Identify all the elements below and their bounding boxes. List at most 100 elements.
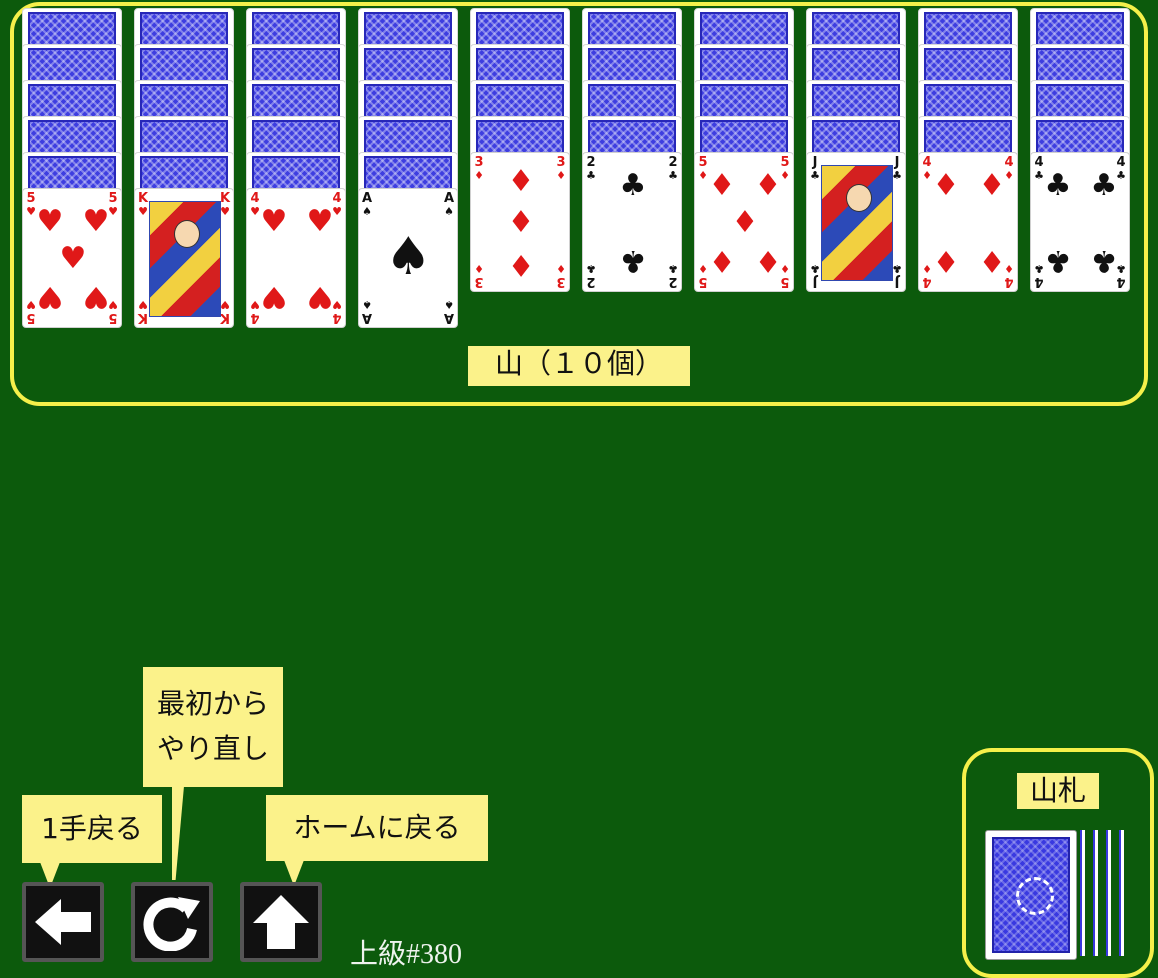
ace-pip: ♠: [385, 227, 432, 287]
card-rank: 4: [332, 191, 342, 206]
tableau-label: 山（１０個）: [468, 346, 690, 386]
card-pip: ♦: [978, 168, 1006, 203]
game-level-id: 上級#380: [350, 939, 463, 970]
card-suit: ♥: [138, 298, 148, 311]
card-rank: 5: [780, 274, 790, 289]
card-pip: ♣: [1090, 243, 1118, 278]
card-suit: ♦: [556, 262, 566, 275]
card-pip: ♥: [306, 204, 334, 239]
card-corner-index: 3 ♦: [555, 156, 567, 182]
card-corner-index: 3 ♦: [473, 262, 485, 289]
face-up-card[interactable]: 4 ♥ 4 ♥ 4 ♥ 4 ♥ ♥ ♥ ♥ ♥: [246, 188, 346, 328]
tableau: 5 ♥ 5 ♥ 5 ♥ 5 ♥ ♥ ♥ ♥ ♥ ♥ K ♥ K ♥ K ♥ K ♥ 4 ♥ 4 ♥ 4 ♥ 4 ♥ ♥ ♥ ♥ ♥ A ♠ A ♠ A ♠ A…: [0, 0, 1158, 340]
card-rank: J: [812, 274, 818, 289]
court-figure: [149, 201, 221, 317]
card-suit: ♦: [474, 169, 484, 182]
card-rank: 2: [586, 274, 596, 289]
card-corner-index: 3 ♦: [473, 156, 485, 182]
card-pip: ♣: [1090, 168, 1118, 203]
card-rank: 4: [1116, 155, 1126, 170]
restart-button[interactable]: [131, 882, 213, 962]
card-pip: ♥: [306, 279, 334, 314]
card-pip: ♦: [754, 243, 782, 278]
card-suit: ♣: [586, 169, 596, 182]
card-suit: ♣: [810, 262, 820, 275]
face-up-card[interactable]: 5 ♥ 5 ♥ 5 ♥ 5 ♥ ♥ ♥ ♥ ♥ ♥: [22, 188, 122, 328]
card-pip: ♦: [731, 205, 759, 240]
face-up-card[interactable]: 4 ♣ 4 ♣ 4 ♣ 4 ♣ ♣ ♣ ♣ ♣: [1030, 152, 1130, 292]
card-corner-index: A ♠: [361, 192, 373, 218]
card-rank: 3: [556, 274, 566, 289]
card-corner-index: A ♠: [443, 298, 455, 325]
stock-label: 山札: [1017, 773, 1099, 809]
card-rank: 4: [1004, 274, 1014, 289]
card-rank: 3: [556, 155, 566, 170]
restart-tooltip-line2: やり直し: [156, 732, 269, 765]
card-corner-index: 2 ♣: [585, 156, 597, 182]
stock-pile[interactable]: [985, 830, 1077, 960]
card-rank: 4: [332, 310, 342, 325]
card-suit: ♠: [362, 205, 372, 218]
face-up-card[interactable]: 5 ♦ 5 ♦ 5 ♦ 5 ♦ ♦ ♦ ♦ ♦ ♦: [694, 152, 794, 292]
card-pip: ♣: [1044, 168, 1072, 203]
card-rank: K: [219, 191, 231, 206]
card-rank: 4: [250, 310, 260, 325]
card-pip: ♣: [1044, 243, 1072, 278]
face-up-card[interactable]: A ♠ A ♠ A ♠ A ♠ ♠: [358, 188, 458, 328]
home-button[interactable]: [240, 882, 322, 962]
restart-tooltip-line1: 最初から: [156, 687, 269, 720]
card-corner-index: A ♠: [443, 192, 455, 218]
card-corner-index: K ♥: [137, 298, 149, 325]
card-corner-index: J ♣: [809, 262, 821, 289]
card-suit: ♣: [668, 169, 678, 182]
face-up-card[interactable]: J ♣ J ♣ J ♣ J ♣: [806, 152, 906, 292]
card-rank: 5: [26, 310, 36, 325]
card-rank: 5: [26, 191, 36, 206]
rosette-icon: [1016, 877, 1054, 915]
card-pip: ♦: [507, 164, 535, 199]
card-rank: 2: [668, 155, 678, 170]
face-up-card[interactable]: 2 ♣ 2 ♣ 2 ♣ 2 ♣ ♣ ♣: [582, 152, 682, 292]
face-up-card[interactable]: 4 ♦ 4 ♦ 4 ♦ 4 ♦ ♦ ♦ ♦ ♦: [918, 152, 1018, 292]
card-rank: K: [219, 310, 231, 325]
card-rank: J: [894, 155, 900, 170]
restart-tooltip: 最初から やり直し: [143, 667, 283, 787]
card-corner-index: 2 ♣: [667, 156, 679, 182]
card-rank: 5: [698, 155, 708, 170]
card-rank: 4: [922, 274, 932, 289]
undo-button[interactable]: [22, 882, 104, 962]
card-rank: 5: [698, 274, 708, 289]
card-rank: A: [361, 310, 373, 325]
card-pip: ♥: [82, 279, 110, 314]
card-rank: 4: [922, 155, 932, 170]
arrow-left-icon: [35, 899, 91, 945]
face-up-card[interactable]: 3 ♦ 3 ♦ 3 ♦ 3 ♦ ♦ ♦ ♦: [470, 152, 570, 292]
face-up-card[interactable]: K ♥ K ♥ K ♥ K ♥: [134, 188, 234, 328]
card-rank: A: [443, 310, 455, 325]
card-rank: 2: [586, 155, 596, 170]
card-rank: A: [443, 191, 455, 206]
card-suit: ♣: [668, 262, 678, 275]
card-suit: ♦: [556, 169, 566, 182]
stock-card-edge: [1080, 830, 1085, 956]
card-rank: 4: [1004, 155, 1014, 170]
card-pip: ♣: [619, 168, 647, 203]
card-corner-index: J ♣: [809, 156, 821, 182]
home-tooltip: ホームに戻る: [266, 795, 488, 861]
card-suit: ♣: [810, 169, 820, 182]
card-pip: ♦: [932, 243, 960, 278]
card-rank: 4: [1116, 274, 1126, 289]
card-pip: ♥: [36, 204, 64, 239]
card-pip: ♦: [932, 168, 960, 203]
card-corner-index: 2 ♣: [585, 262, 597, 289]
card-pip: ♥: [82, 204, 110, 239]
card-pip: ♦: [708, 243, 736, 278]
card-rank: 5: [108, 310, 118, 325]
card-pip: ♥: [260, 279, 288, 314]
stock-card-edge: [1093, 830, 1098, 956]
card-rank: 5: [108, 191, 118, 206]
card-corner-index: 2 ♣: [667, 262, 679, 289]
card-rank: 4: [1034, 274, 1044, 289]
card-rank: J: [894, 274, 900, 289]
card-rank: 4: [1034, 155, 1044, 170]
